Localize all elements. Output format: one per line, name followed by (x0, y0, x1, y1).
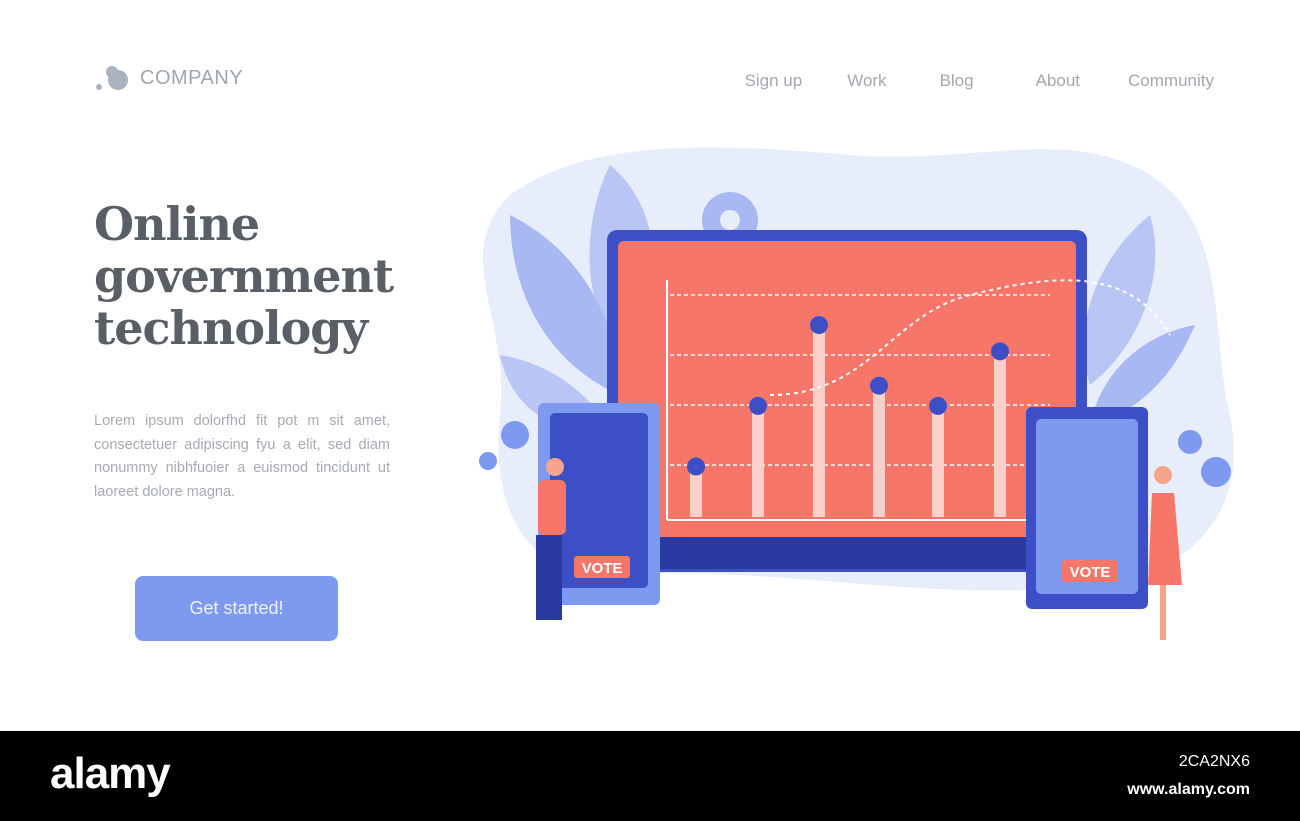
title-line: Online (94, 197, 260, 251)
data-point (870, 376, 888, 395)
nav-blog[interactable]: Blog (940, 71, 974, 91)
logo-text: COMPANY (140, 66, 244, 89)
hero-description: Lorem ipsum dolorfhd fit pot m sit amet,… (94, 413, 390, 500)
watermark-url: www.alamy.com (1127, 781, 1250, 798)
voting-illustration: VOTE VOTE (479, 147, 1234, 640)
nav-community[interactable]: Community (1128, 71, 1214, 91)
bar (873, 385, 885, 517)
gear-icon (1178, 430, 1202, 454)
data-point (991, 342, 1009, 361)
watermark-bar: alamy 2CA2NX6 www.alamy.com (0, 731, 1300, 821)
bar (752, 405, 764, 517)
vote-label: VOTE (582, 560, 623, 577)
data-point (810, 316, 828, 335)
gear-icon (479, 452, 497, 470)
vote-label: VOTE (1070, 564, 1111, 581)
data-point (749, 396, 767, 415)
gear-icon (501, 421, 529, 449)
right-phone: VOTE (1026, 407, 1148, 609)
company-logo[interactable]: COMPANY (96, 64, 243, 92)
bar (994, 351, 1006, 517)
title-line: technology (94, 301, 368, 355)
nav-about[interactable]: About (1036, 71, 1080, 91)
man-figure (536, 458, 566, 620)
bar (932, 405, 944, 517)
nav-work[interactable]: Work (847, 71, 886, 91)
get-started-button[interactable]: Get started! (135, 576, 338, 641)
watermark-image-id: 2CA2NX6 (1178, 753, 1250, 770)
watermark-brand: alamy (50, 749, 171, 798)
bar (813, 325, 825, 517)
data-point (687, 457, 705, 476)
logo-icon (96, 64, 132, 92)
main-nav: Sign up Work Blog About Community (745, 71, 1214, 91)
page-title: Online government technology (94, 197, 394, 355)
nav-sign-up[interactable]: Sign up (745, 71, 803, 91)
gear-icon (1201, 457, 1231, 487)
data-point (929, 396, 947, 415)
title-line: government (94, 249, 394, 303)
